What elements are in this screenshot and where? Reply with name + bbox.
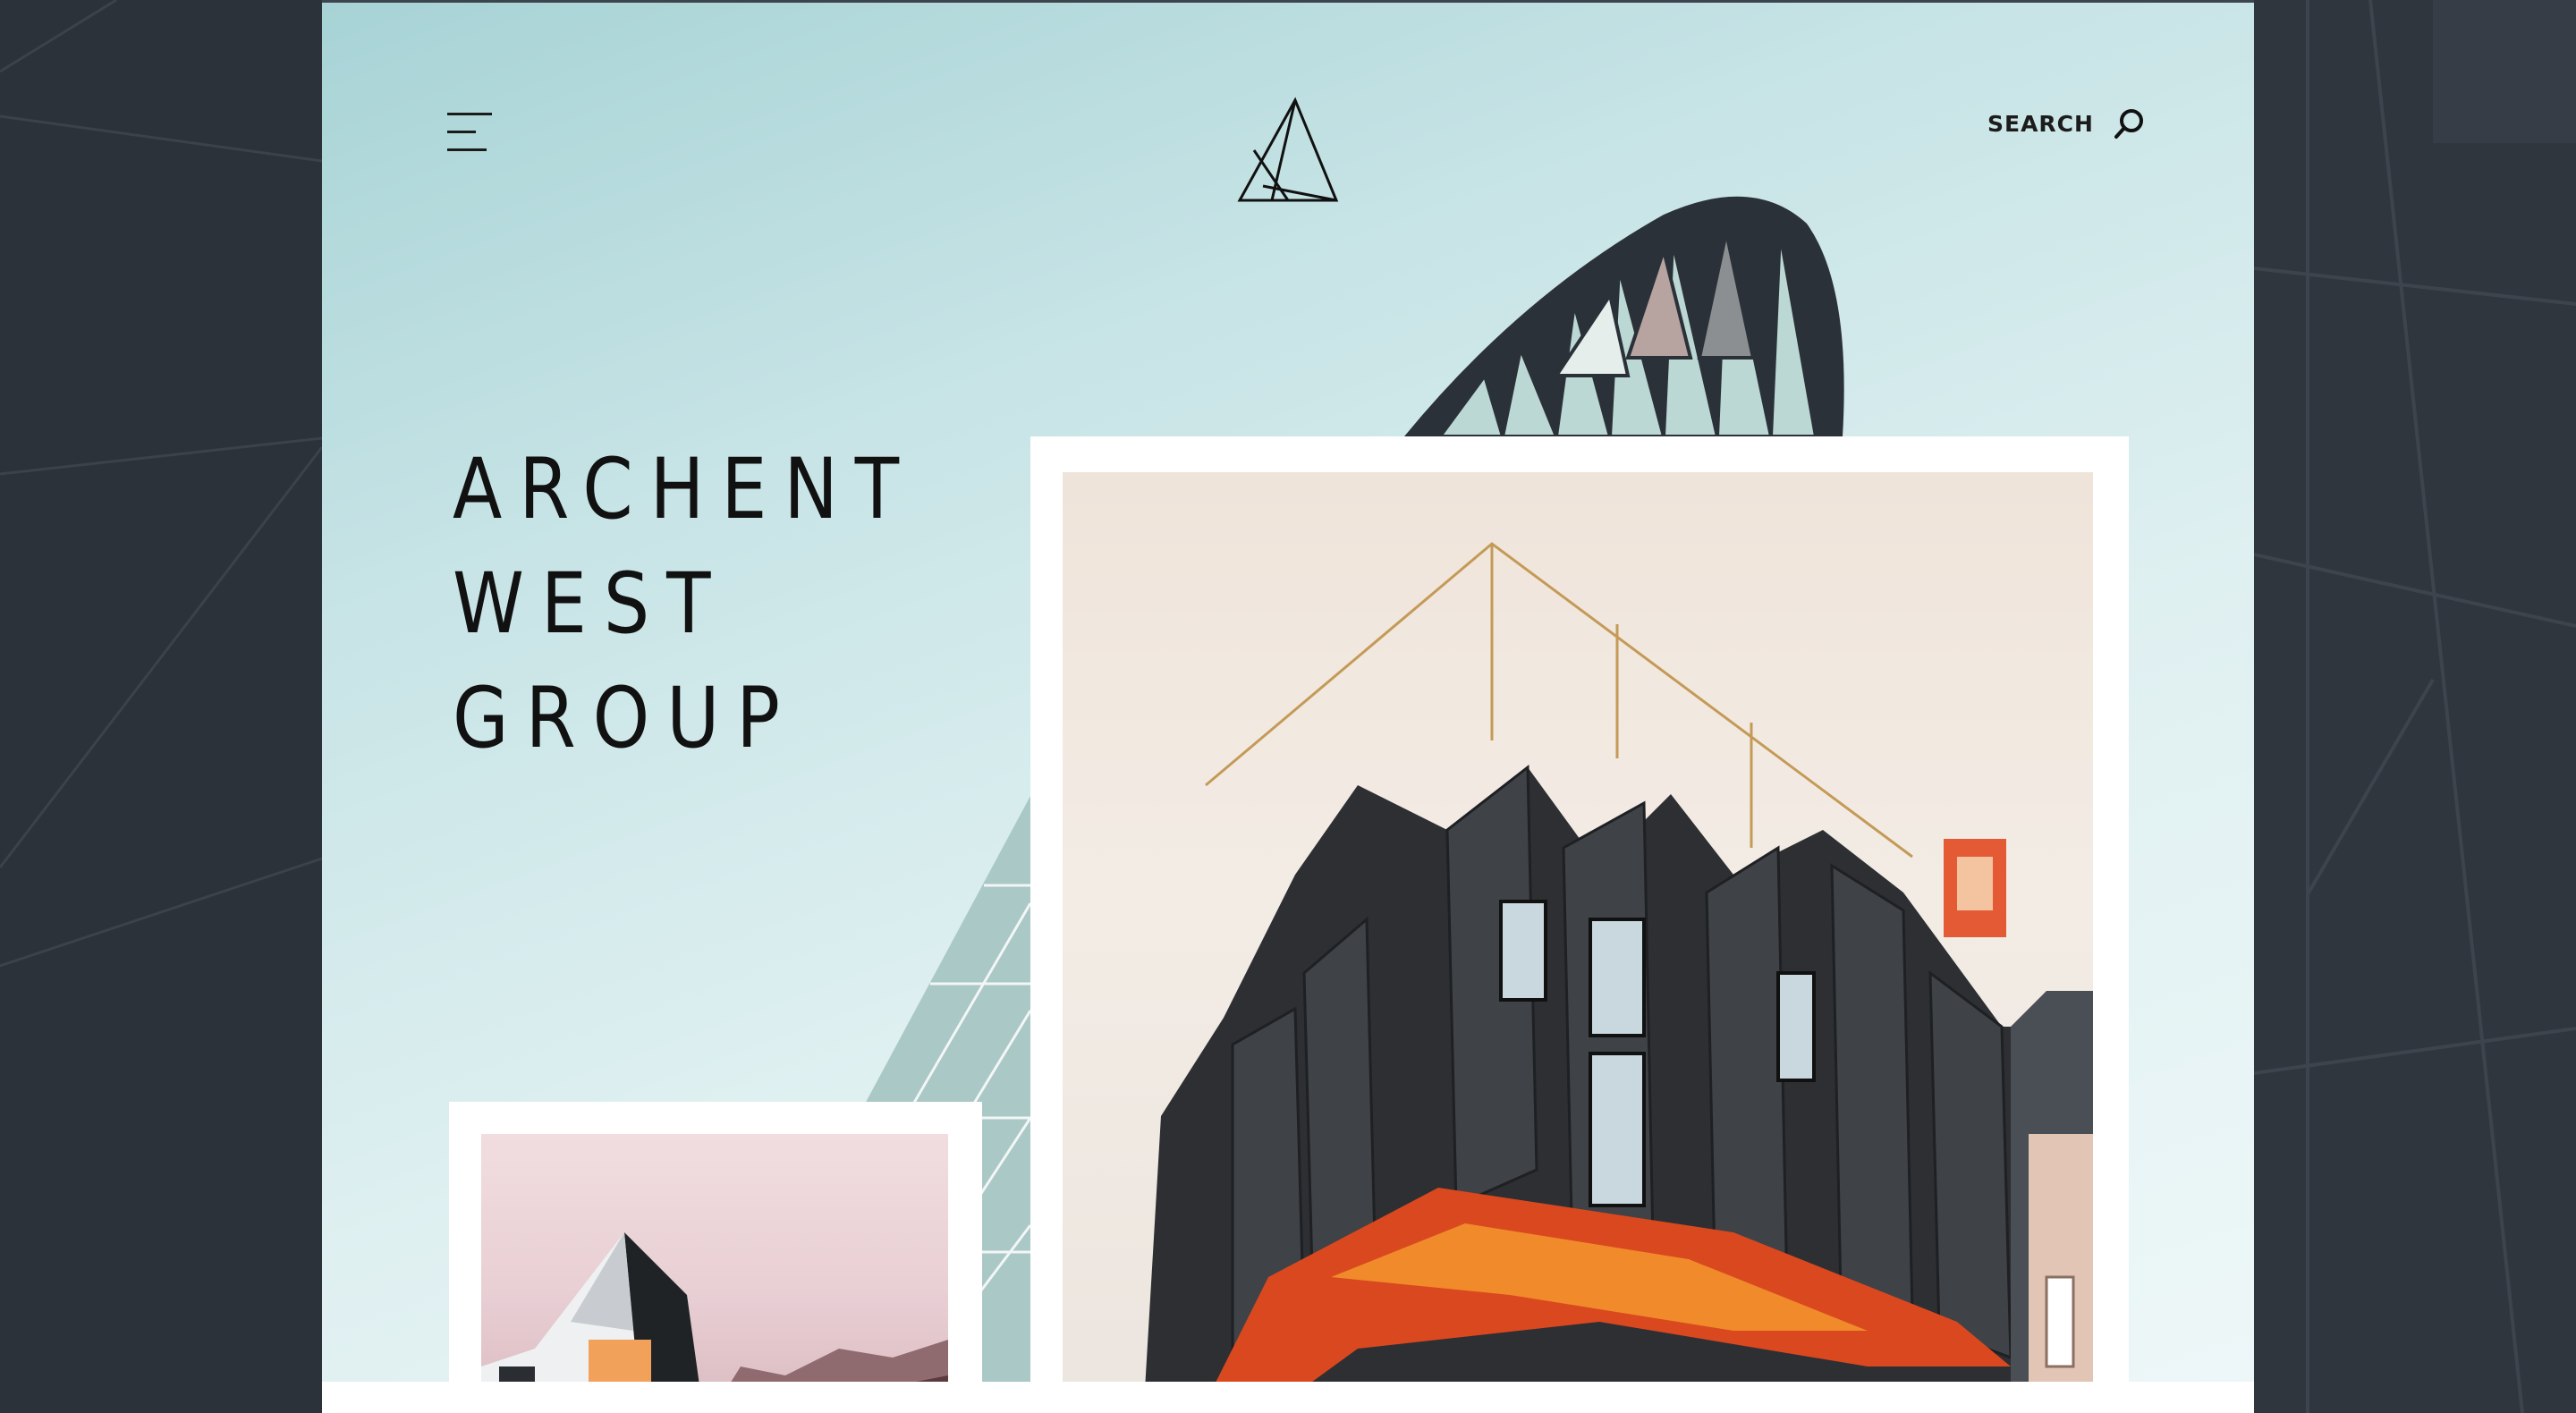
left-background-panel xyxy=(0,0,322,1413)
title-line-2: WEST xyxy=(453,555,728,653)
main-photo-frame xyxy=(1030,436,2129,1413)
search-icon xyxy=(2114,109,2143,139)
archent-logo-icon[interactable] xyxy=(1236,97,1340,204)
right-background-panel xyxy=(2254,0,2576,1413)
search-label: SEARCH xyxy=(1987,110,2094,137)
menu-line xyxy=(447,148,487,151)
menu-button[interactable] xyxy=(447,109,497,156)
title-line-3: GROUP xyxy=(453,670,797,767)
title-line-1: ARCHENT xyxy=(453,441,917,538)
hero-card: SEARCH ARCHENT WEST GROUP xyxy=(322,0,2254,1413)
company-title: ARCHENT WEST GROUP xyxy=(453,433,917,776)
menu-line xyxy=(447,131,476,133)
small-photo-frame xyxy=(449,1102,982,1413)
bottom-band xyxy=(322,1382,2254,1413)
menu-line xyxy=(447,113,492,115)
mountain-house-photo[interactable] xyxy=(481,1134,948,1413)
modern-building-photo[interactable] xyxy=(1063,472,2093,1413)
search-button[interactable]: SEARCH xyxy=(1987,104,2146,143)
